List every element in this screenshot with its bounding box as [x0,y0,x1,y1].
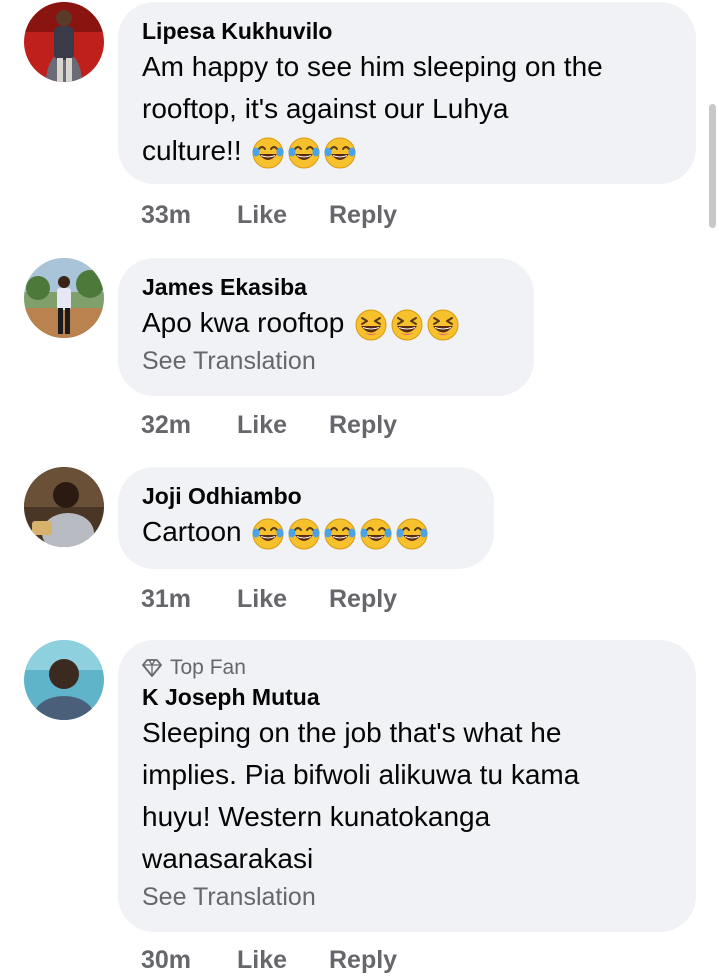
comment-bubble: Joji Odhiambo Cartoon [118,467,494,569]
top-fan-label: Top Fan [170,656,246,679]
see-translation-link[interactable]: See Translation [142,344,510,378]
comment-bubble: James Ekasiba Apo kwa rooftop See Transl… [118,258,534,396]
face-with-tears-of-joy-icon [396,518,428,550]
scrollbar[interactable] [709,104,716,228]
face-with-tears-of-joy-icon [252,518,284,550]
comment-text-line: Cartoon [142,516,242,547]
like-button[interactable]: Like [237,411,329,440]
comment-text-line: Am happy to see him sleeping on the [142,51,603,82]
avatar[interactable] [24,467,104,547]
comment-actions: 30m Like Reply [141,946,397,975]
face-with-tears-of-joy-icon [324,518,356,550]
like-button[interactable]: Like [237,585,329,614]
avatar[interactable] [24,258,104,338]
comment-author[interactable]: James Ekasiba [142,272,510,302]
grinning-squinting-face-icon [427,309,459,341]
reply-button[interactable]: Reply [329,585,397,614]
reply-button[interactable]: Reply [329,411,397,440]
comment-time: 30m [141,946,192,974]
face-with-tears-of-joy-icon [288,518,320,550]
comment-text-line: wanasarakasi [142,843,314,874]
emoji-row [249,135,357,169]
grinning-squinting-face-icon [355,309,387,341]
face-with-tears-of-joy-icon [252,137,284,169]
comment-bubble: Lipesa Kukhuvilo Am happy to see him sle… [118,2,696,184]
reply-button[interactable]: Reply [329,201,397,230]
comment-time: 32m [141,411,192,439]
comment-bubble: Top Fan K Joseph Mutua Sleeping on the j… [118,640,696,932]
comment-author[interactable]: Joji Odhiambo [142,481,470,511]
comment-author[interactable]: K Joseph Mutua [142,682,672,712]
face-with-tears-of-joy-icon [360,518,392,550]
avatar[interactable] [24,640,104,720]
diamond-icon [142,659,162,677]
comment-text-row: Cartoon [142,511,470,553]
top-fan-badge: Top Fan [142,654,672,682]
comment-text-line: Sleeping on the job that's what he [142,717,562,748]
grinning-squinting-face-icon [391,309,423,341]
reply-button[interactable]: Reply [329,946,397,975]
like-button[interactable]: Like [237,946,329,975]
comment-time: 31m [141,585,192,613]
comment-actions: 31m Like Reply [141,585,397,614]
comment-actions: 33m Like Reply [141,201,397,230]
see-translation-link[interactable]: See Translation [142,880,672,914]
comment-text-line: implies. Pia bifwoli alikuwa tu kama [142,759,580,790]
comment-text-row: culture!! [142,130,672,172]
comment-text-line: Apo kwa rooftop [142,307,345,338]
avatar[interactable] [24,2,104,82]
emoji-row [352,307,460,341]
comment-time: 33m [141,201,192,229]
like-button[interactable]: Like [237,201,329,230]
comment-text-row: Apo kwa rooftop [142,302,510,344]
face-with-tears-of-joy-icon [324,137,356,169]
comment-text-line: rooftop, it's against our Luhya [142,93,509,124]
face-with-tears-of-joy-icon [288,137,320,169]
emoji-row [249,516,429,550]
comment-actions: 32m Like Reply [141,411,397,440]
comment-text-line: huyu! Western kunatokanga [142,801,491,832]
comment-text-line: culture!! [142,135,242,166]
comment-author[interactable]: Lipesa Kukhuvilo [142,16,672,46]
